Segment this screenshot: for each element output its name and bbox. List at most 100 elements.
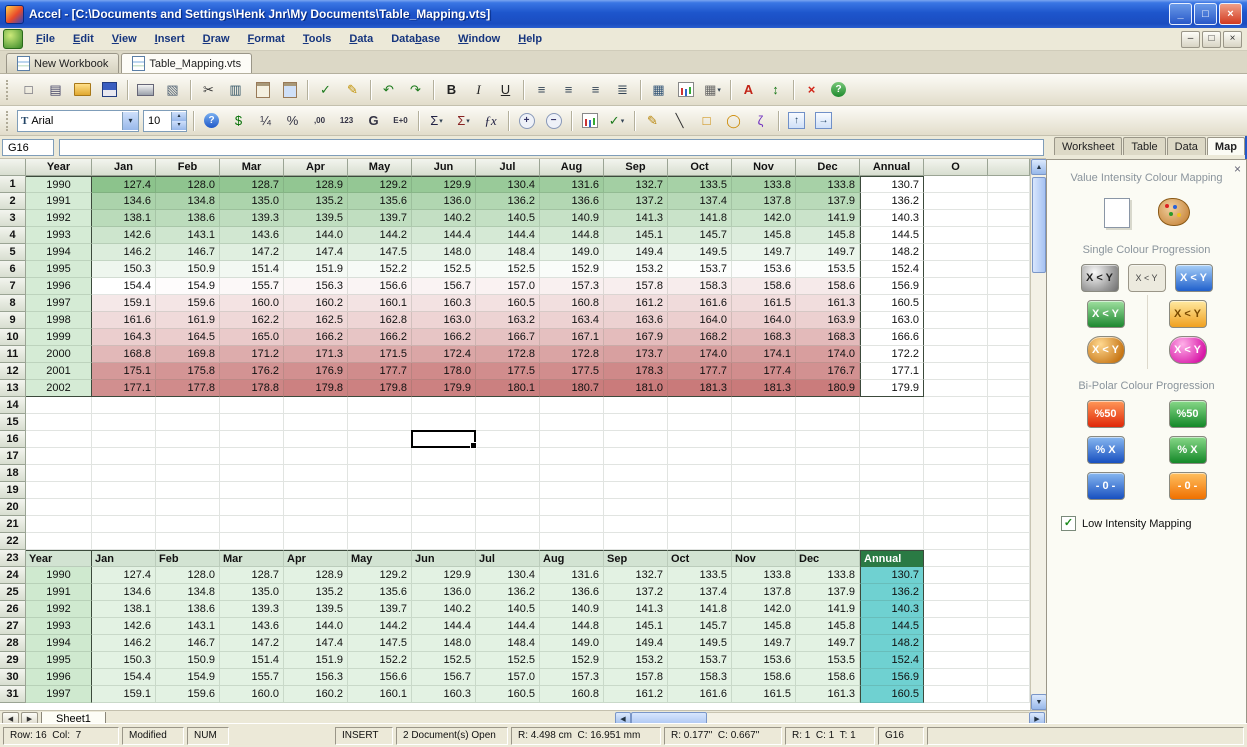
cell[interactable]: 142.0 bbox=[732, 210, 796, 227]
column-header-feb[interactable]: Feb bbox=[156, 159, 220, 176]
row-header[interactable]: 7 bbox=[0, 278, 26, 295]
row-header[interactable]: 2 bbox=[0, 193, 26, 210]
row-header[interactable]: 23 bbox=[0, 550, 26, 567]
cell[interactable] bbox=[732, 482, 796, 499]
cell[interactable]: 2002 bbox=[26, 380, 92, 397]
cell[interactable] bbox=[220, 397, 284, 414]
cell[interactable]: 145.1 bbox=[604, 227, 668, 244]
cell[interactable]: 137.2 bbox=[604, 584, 668, 601]
cell[interactable]: 149.4 bbox=[604, 635, 668, 652]
cell[interactable] bbox=[924, 669, 988, 686]
cell[interactable]: 163.9 bbox=[796, 312, 860, 329]
cell[interactable]: 177.8 bbox=[156, 380, 220, 397]
cell[interactable]: 1996 bbox=[26, 669, 92, 686]
cell[interactable] bbox=[924, 295, 988, 312]
cell[interactable] bbox=[348, 414, 412, 431]
cell[interactable]: 130.7 bbox=[860, 567, 924, 584]
cell[interactable]: 144.4 bbox=[476, 227, 540, 244]
print-preview-icon[interactable]: ▧ bbox=[159, 77, 186, 102]
cell[interactable] bbox=[924, 176, 988, 193]
cell[interactable] bbox=[476, 431, 540, 448]
cell[interactable]: 153.7 bbox=[668, 652, 732, 669]
cell[interactable]: Sep bbox=[604, 550, 668, 567]
minimize-button[interactable]: _ bbox=[1169, 3, 1192, 25]
cell[interactable]: 163.6 bbox=[604, 312, 668, 329]
cell[interactable]: 154.9 bbox=[156, 669, 220, 686]
cell[interactable] bbox=[988, 635, 1030, 652]
cell[interactable]: 131.6 bbox=[540, 567, 604, 584]
cell[interactable]: 163.0 bbox=[860, 312, 924, 329]
cell[interactable]: 160.1 bbox=[348, 295, 412, 312]
cell[interactable] bbox=[284, 414, 348, 431]
cell[interactable]: 1993 bbox=[26, 618, 92, 635]
validation-icon[interactable]: ✓▾ bbox=[603, 108, 630, 133]
cell[interactable] bbox=[26, 414, 92, 431]
cell[interactable]: 181.0 bbox=[604, 380, 668, 397]
cell[interactable]: 1992 bbox=[26, 601, 92, 618]
cell[interactable]: 134.6 bbox=[92, 193, 156, 210]
row-header[interactable]: 15 bbox=[0, 414, 26, 431]
cell[interactable]: 138.1 bbox=[92, 210, 156, 227]
row-header[interactable]: 4 bbox=[0, 227, 26, 244]
cell[interactable] bbox=[604, 465, 668, 482]
cell[interactable]: 180.9 bbox=[796, 380, 860, 397]
cell[interactable]: 1995 bbox=[26, 652, 92, 669]
cell[interactable]: 160.3 bbox=[412, 686, 476, 703]
cell[interactable]: 149.0 bbox=[540, 635, 604, 652]
cell[interactable]: 147.5 bbox=[348, 635, 412, 652]
cell[interactable]: 158.6 bbox=[732, 669, 796, 686]
cell[interactable]: 144.5 bbox=[860, 618, 924, 635]
cell[interactable]: 145.7 bbox=[668, 227, 732, 244]
menu-insert[interactable]: Insert bbox=[146, 30, 194, 48]
cell[interactable] bbox=[26, 431, 92, 448]
cell[interactable]: 142.0 bbox=[732, 601, 796, 618]
cell[interactable] bbox=[668, 431, 732, 448]
cell[interactable] bbox=[988, 550, 1030, 567]
row-header[interactable]: 29 bbox=[0, 652, 26, 669]
cell[interactable] bbox=[476, 482, 540, 499]
cell[interactable]: 180.7 bbox=[540, 380, 604, 397]
cell[interactable]: 145.1 bbox=[604, 618, 668, 635]
cell[interactable]: 136.2 bbox=[476, 584, 540, 601]
cell[interactable] bbox=[412, 482, 476, 499]
cell[interactable]: 133.5 bbox=[668, 176, 732, 193]
cell[interactable]: 130.7 bbox=[860, 176, 924, 193]
cell[interactable]: 128.9 bbox=[284, 176, 348, 193]
cell[interactable]: 138.1 bbox=[92, 601, 156, 618]
zoom-out-icon[interactable]: − bbox=[540, 108, 567, 133]
chevron-down-icon[interactable]: ▾ bbox=[466, 117, 470, 125]
cell[interactable] bbox=[26, 465, 92, 482]
single-amber-button[interactable]: X < Y bbox=[1087, 336, 1125, 364]
cell[interactable]: 181.3 bbox=[668, 380, 732, 397]
cell[interactable] bbox=[284, 431, 348, 448]
cell[interactable]: Annual bbox=[860, 550, 924, 567]
row-header[interactable]: 16 bbox=[0, 431, 26, 448]
cell[interactable] bbox=[476, 465, 540, 482]
cell[interactable]: 136.2 bbox=[860, 584, 924, 601]
cell[interactable] bbox=[860, 533, 924, 550]
cell[interactable]: 152.2 bbox=[348, 652, 412, 669]
cell[interactable] bbox=[348, 397, 412, 414]
cell[interactable]: 135.2 bbox=[284, 193, 348, 210]
cell[interactable]: 174.0 bbox=[668, 346, 732, 363]
cell[interactable]: 136.0 bbox=[412, 193, 476, 210]
cell[interactable]: 136.0 bbox=[412, 584, 476, 601]
underline-button[interactable]: U bbox=[492, 77, 519, 102]
cell[interactable] bbox=[156, 516, 220, 533]
cell[interactable] bbox=[988, 567, 1030, 584]
cell[interactable] bbox=[860, 397, 924, 414]
cell[interactable] bbox=[988, 312, 1030, 329]
cell[interactable]: 163.0 bbox=[412, 312, 476, 329]
row-header[interactable]: 11 bbox=[0, 346, 26, 363]
cell[interactable] bbox=[924, 567, 988, 584]
cell[interactable] bbox=[26, 448, 92, 465]
cell[interactable]: 128.0 bbox=[156, 567, 220, 584]
cell[interactable]: 145.8 bbox=[796, 227, 860, 244]
cell[interactable] bbox=[476, 397, 540, 414]
cell[interactable]: 140.5 bbox=[476, 210, 540, 227]
cell[interactable] bbox=[860, 482, 924, 499]
cell[interactable]: 148.2 bbox=[860, 635, 924, 652]
cell[interactable] bbox=[668, 465, 732, 482]
cell[interactable]: 148.0 bbox=[412, 244, 476, 261]
cell[interactable] bbox=[540, 448, 604, 465]
